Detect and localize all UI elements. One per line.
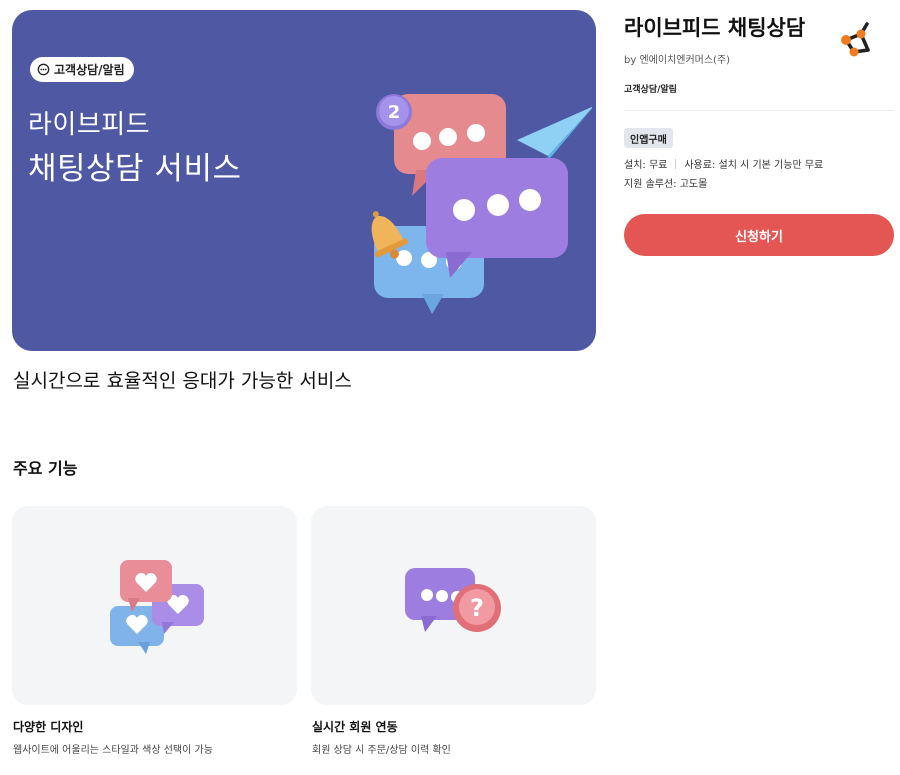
- feature-card-member-link: ?: [311, 506, 596, 705]
- heart-chat-bubbles-icon: [110, 560, 204, 654]
- app-vendor[interactable]: by 엔에이치엔커머스(주): [624, 51, 730, 66]
- notification-badge: 2: [376, 94, 412, 130]
- hero-banner: 고객상담/알림 라이브피드 채팅상담 서비스 2: [12, 10, 596, 351]
- feature-desc-design: 웹사이트에 어울리는 스타일과 색상 선택이 가능: [13, 745, 213, 756]
- svg-text:?: ?: [470, 594, 484, 622]
- divider: [624, 110, 894, 111]
- feature-title-member-link: 실시간 회원 연동: [312, 720, 398, 734]
- app-category[interactable]: 고객상담/알림: [624, 82, 677, 95]
- question-chat-bubble-icon: ?: [405, 568, 501, 632]
- notification-badge-number: 2: [388, 102, 401, 123]
- category-chip-label: 고객상담/알림: [54, 63, 125, 77]
- chat-bubbles-illustration: 2: [371, 94, 592, 314]
- meta-separator: [675, 158, 677, 169]
- pricing-row: 설치: 무료 사용료: 설치 시 기본 기능만 무료: [624, 156, 823, 171]
- feature-desc-member-link: 회원 상담 시 주문/상담 이력 확인: [312, 745, 451, 756]
- inapp-purchase-badge: 인앱구매: [624, 128, 673, 148]
- apply-button[interactable]: 신청하기: [624, 214, 894, 256]
- app-title: 라이브피드 채팅상담: [624, 16, 806, 40]
- hero-title-line1: 라이브피드: [28, 110, 151, 140]
- supported-solution: 지원 솔루션: 고도몰: [624, 179, 708, 190]
- chat-bubble-icon: [37, 63, 50, 76]
- features-section-title: 주요 기능: [13, 459, 78, 478]
- vendor-logo-icon: [841, 22, 870, 57]
- install-price: 설치: 무료: [624, 160, 668, 171]
- usage-fee: 사용료: 설치 시 기본 기능만 무료: [684, 160, 824, 171]
- feature-card-design: [12, 506, 297, 705]
- hero-title-line2: 채팅상담 서비스: [28, 151, 242, 187]
- purple-chat-bubble: [426, 158, 568, 278]
- category-chip: 고객상담/알림: [30, 57, 134, 82]
- feature-title-design: 다양한 디자인: [13, 720, 84, 734]
- service-tagline: 실시간으로 효율적인 응대가 가능한 서비스: [13, 370, 352, 392]
